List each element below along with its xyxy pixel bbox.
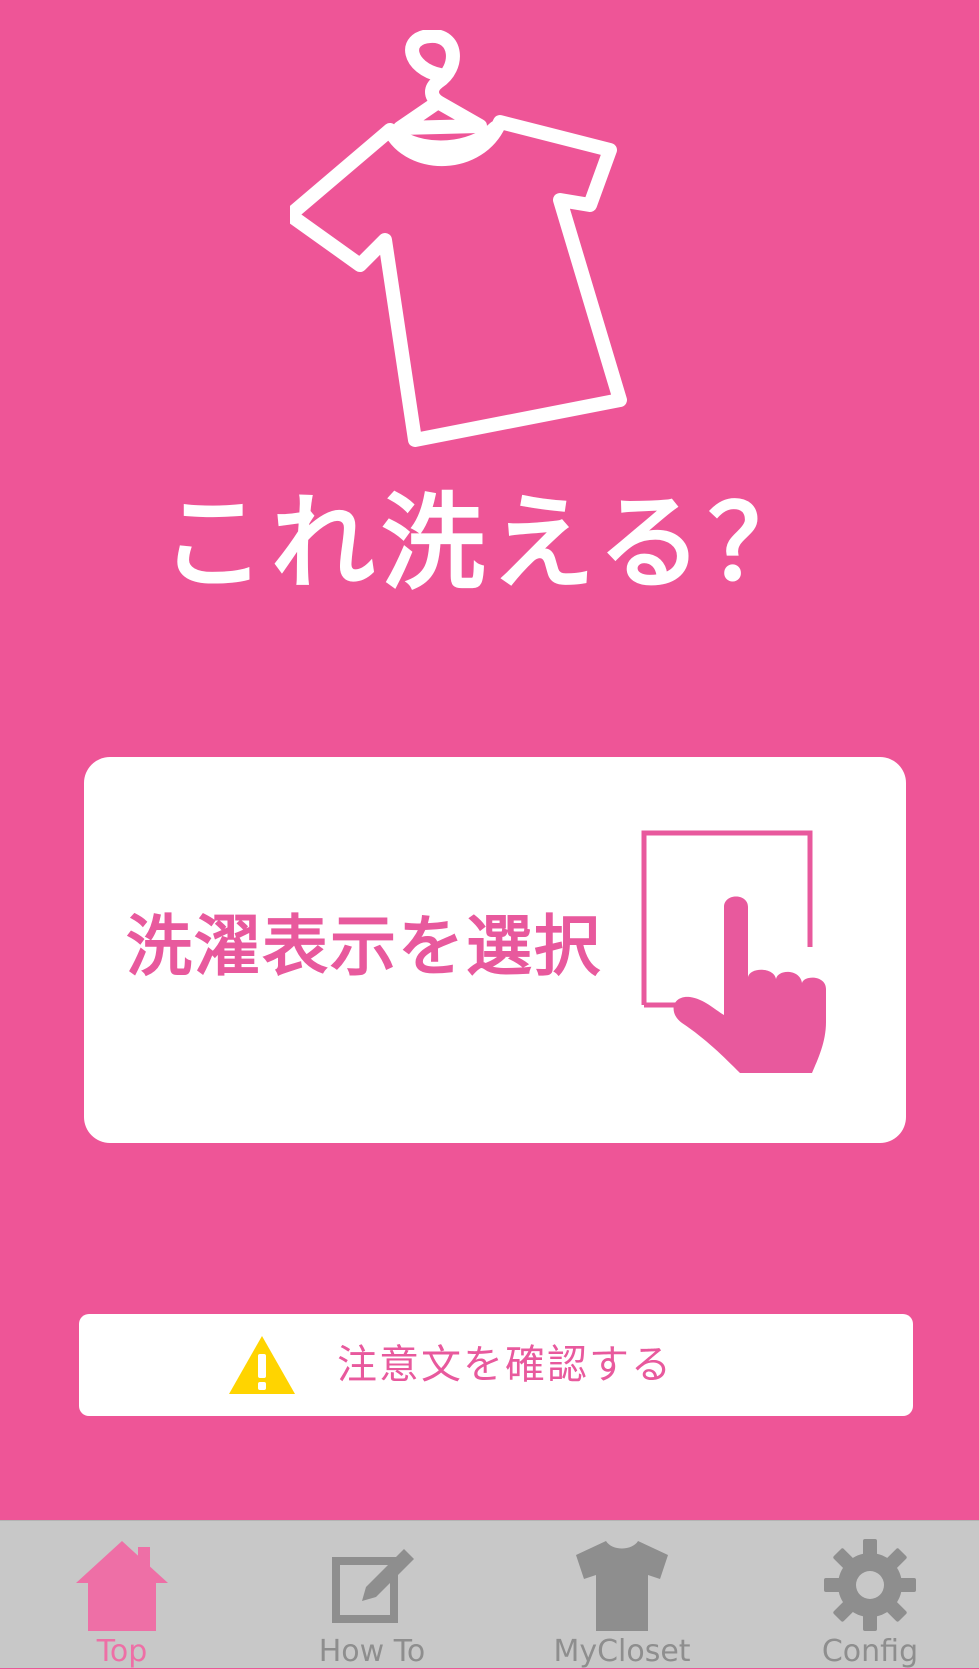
- home-icon: [76, 1541, 168, 1631]
- tab-top[interactable]: Top: [0, 1521, 244, 1669]
- tab-config[interactable]: Config: [748, 1521, 979, 1669]
- tab-bar: Top How To MyCloset Config: [0, 1520, 979, 1669]
- tab-how-to-label: How To: [318, 1634, 426, 1669]
- tap-hand-icon: [641, 830, 826, 1073]
- tab-how-to[interactable]: How To: [250, 1521, 494, 1669]
- tab-mycloset-label: MyCloset: [553, 1634, 691, 1669]
- gear-icon: [824, 1539, 916, 1631]
- warning-icon: [229, 1336, 295, 1394]
- app-title: これ洗える？: [161, 482, 818, 604]
- shirt-on-hanger-icon: [290, 30, 627, 447]
- check-notice-label: 注意文を確認する: [337, 1342, 673, 1388]
- select-laundry-symbol-button[interactable]: 洗濯表示を選択: [84, 757, 906, 1143]
- tab-config-label: Config: [821, 1634, 919, 1669]
- tab-top-label: Top: [96, 1634, 148, 1669]
- main-screen: これ洗える？ 洗濯表示を選択 注意文を確認する: [0, 0, 979, 1520]
- check-notice-button[interactable]: 注意文を確認する: [79, 1314, 913, 1416]
- tshirt-icon: [576, 1541, 668, 1631]
- edit-icon: [332, 1549, 414, 1623]
- select-laundry-symbol-label: 洗濯表示を選択: [126, 908, 602, 985]
- tab-mycloset[interactable]: MyCloset: [500, 1521, 744, 1669]
